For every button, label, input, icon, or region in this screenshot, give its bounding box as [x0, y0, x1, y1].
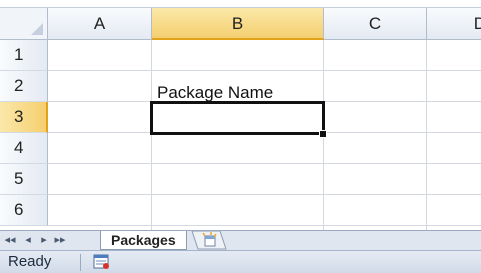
status-mode: Ready	[8, 253, 52, 270]
previous-sheet-icon[interactable]: ◂	[20, 233, 36, 248]
sheet-tab-packages[interactable]: Packages	[100, 231, 187, 250]
insert-worksheet-icon[interactable]	[190, 231, 230, 250]
excel-window: A B C D 1 2 3 4 5 6 Package Name ◂◂ ◂ ▸ …	[0, 0, 481, 273]
last-sheet-icon[interactable]: ▸▸	[52, 233, 68, 248]
row-header-3[interactable]: 3	[0, 102, 48, 133]
column-header-d[interactable]: D	[427, 8, 481, 40]
gridline	[48, 70, 481, 71]
cell-b2[interactable]: Package Name	[157, 83, 273, 103]
column-header-b[interactable]: B	[152, 8, 324, 40]
status-separator	[80, 254, 81, 271]
column-header-a[interactable]: A	[48, 8, 152, 40]
select-all-button[interactable]	[0, 8, 48, 40]
column-header-c[interactable]: C	[324, 8, 427, 40]
row-header-4[interactable]: 4	[0, 133, 48, 164]
worksheet-grid[interactable]: A B C D 1 2 3 4 5 6 Package Name	[0, 8, 481, 231]
next-sheet-icon[interactable]: ▸	[36, 233, 52, 248]
row-header-5[interactable]: 5	[0, 164, 48, 195]
first-sheet-icon[interactable]: ◂◂	[2, 233, 18, 248]
select-all-triangle-icon	[31, 23, 43, 35]
active-cell-selection[interactable]	[150, 101, 325, 135]
row-header-6[interactable]: 6	[0, 195, 48, 226]
gridline	[48, 225, 481, 226]
gridline	[151, 40, 152, 231]
ribbon-edge	[0, 0, 481, 8]
sheet-tab-bar: ◂◂ ◂ ▸ ▸▸ Packages	[0, 230, 481, 250]
gridline	[426, 40, 427, 231]
fill-handle[interactable]	[319, 130, 327, 138]
row-header-1[interactable]: 1	[0, 40, 48, 71]
gridline	[48, 194, 481, 195]
status-bar: Ready	[0, 250, 481, 273]
gridline	[48, 163, 481, 164]
row-header-2[interactable]: 2	[0, 71, 48, 102]
record-macro-icon[interactable]	[93, 254, 110, 270]
